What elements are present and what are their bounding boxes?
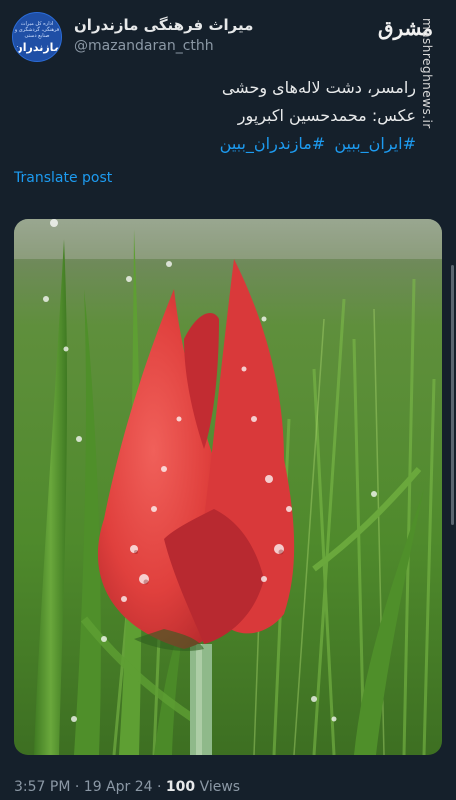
scrollbar[interactable]	[451, 265, 454, 525]
avatar-big-text: مازندران	[13, 40, 61, 54]
tweet-text: رامسر، دشت لاله‌های وحشی عکس: محمدحسین ا…	[216, 74, 416, 158]
views-label: Views	[199, 779, 241, 795]
avatar[interactable]: اداره کل میراث فرهنگی، گردشگری و صنایع د…	[12, 12, 62, 62]
views-count: 100	[165, 779, 196, 795]
tweet-time[interactable]: 3:57 PM	[14, 779, 70, 795]
hashtag-link[interactable]: #ایران_ببین	[334, 134, 416, 153]
tweet-line-2: عکس: محمدحسین اکبرپور	[237, 106, 416, 125]
separator: ·	[74, 779, 80, 795]
tweet-date[interactable]: 19 Apr 24	[84, 779, 153, 795]
display-name[interactable]: میراث فرهنگی مازندران	[74, 16, 253, 34]
tweet-meta: 3:57 PM · 19 Apr 24 · 100 Views	[14, 779, 240, 795]
separator: ·	[156, 779, 162, 795]
avatar-small-text: اداره کل میراث فرهنگی، گردشگری و صنایع د…	[14, 20, 60, 39]
translate-post-link[interactable]: Translate post	[14, 170, 112, 186]
watermark-site: mashreghnews.ir	[420, 18, 434, 129]
tweet-photo[interactable]	[14, 219, 442, 755]
tweet-view: اداره کل میراث فرهنگی، گردشگری و صنایع د…	[0, 0, 456, 800]
user-handle[interactable]: @mazandaran_cthh	[74, 38, 214, 54]
tweet-line-1: رامسر، دشت لاله‌های وحشی	[221, 78, 416, 97]
tulip-photo-image	[14, 219, 442, 755]
hashtags: #ایران_ببین #مازندران_ببین	[216, 130, 416, 158]
hashtag-link[interactable]: #مازندران_ببین	[220, 134, 326, 153]
